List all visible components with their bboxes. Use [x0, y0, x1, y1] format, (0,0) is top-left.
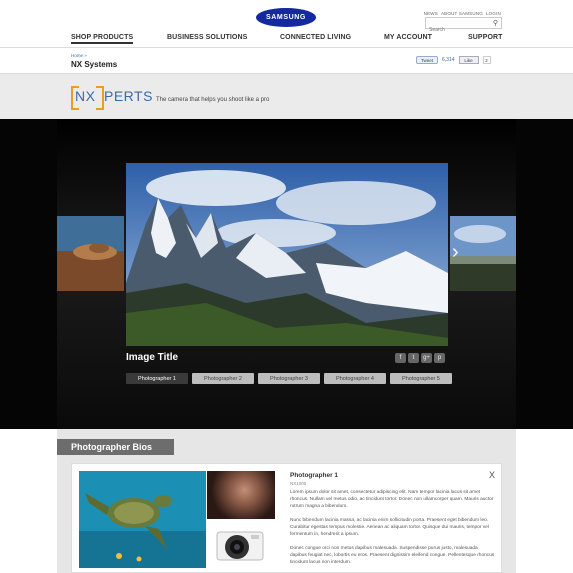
search-box: ⚲	[425, 17, 502, 35]
breadcrumb-bar: Home » NX Systems Tweet 6,314 Like 2	[0, 47, 573, 74]
social-buttons: Tweet 6,314 Like 2	[416, 56, 491, 64]
bio-subtitle: NX1000	[290, 481, 307, 486]
facebook-icon[interactable]: f	[395, 353, 406, 363]
breadcrumb: Home »	[71, 53, 87, 58]
like-button[interactable]: Like	[458, 56, 479, 64]
close-icon[interactable]: X	[489, 470, 495, 480]
nav-my-account[interactable]: MY ACCOUNT	[384, 34, 432, 41]
photographer-bios: Photographer Bios Photographer 1 NX1000 …	[57, 429, 516, 573]
logo-text: SAMSUNG	[266, 14, 306, 21]
bio-paragraph: Donec congue orci non metus dapibus male…	[290, 546, 495, 565]
page-title: NX Systems	[71, 60, 118, 69]
top-link-news[interactable]: NEWS	[424, 11, 438, 16]
tab-photographer-3[interactable]: Photographer 3	[258, 373, 320, 384]
bio-card: Photographer 1 NX1000 X Lorem ipsum dolo…	[71, 463, 502, 573]
tweet-button[interactable]: Tweet	[416, 56, 438, 64]
bios-heading: Photographer Bios	[57, 439, 174, 455]
bio-paragraph: Lorem ipsum dolor sit amet, consectetur …	[290, 490, 494, 509]
search-icon[interactable]: ⚲	[493, 19, 498, 27]
nav-shop-products[interactable]: SHOP PRODUCTS	[71, 34, 134, 44]
camera-photo[interactable]	[207, 520, 275, 568]
tab-photographer-2[interactable]: Photographer 2	[192, 373, 254, 384]
tab-photographer-5[interactable]: Photographer 5	[390, 373, 452, 384]
share-icons: f t g+ p	[395, 353, 445, 363]
brand-tagline: The camera that helps you shoot like a p…	[155, 97, 270, 103]
prev-photo-thumb[interactable]	[57, 216, 124, 291]
top-links: NEWS ABOUT SAMSUNG LOGIN	[424, 11, 501, 16]
nav-support[interactable]: SUPPORT	[468, 34, 503, 41]
main-photo[interactable]	[126, 163, 448, 346]
twitter-icon[interactable]: t	[408, 353, 419, 363]
nav-business-solutions[interactable]: BUSINESS SOLUTIONS	[167, 34, 247, 41]
nav-connected-living[interactable]: CONNECTED LIVING	[280, 34, 351, 41]
pinterest-icon[interactable]: p	[434, 353, 445, 363]
tab-photographer-4[interactable]: Photographer 4	[324, 373, 386, 384]
like-count: 2	[482, 56, 491, 64]
photo-gallery: › Image Title f t g+ p Photographer 1 Ph…	[0, 119, 573, 429]
site-header: SAMSUNG NEWS ABOUT SAMSUNG LOGIN ⚲ SHOP …	[0, 0, 573, 47]
main-nav: SHOP PRODUCTS BUSINESS SOLUTIONS CONNECT…	[0, 34, 573, 47]
image-title: Image Title	[126, 352, 179, 363]
nx-bracket-icon: NX	[71, 86, 104, 110]
tweet-count: 6,314	[442, 57, 455, 63]
next-arrow-icon[interactable]: ›	[452, 241, 459, 264]
turtle-photo[interactable]	[79, 471, 206, 568]
photographer-tabs: Photographer 1 Photographer 2 Photograph…	[126, 373, 452, 384]
tab-photographer-1[interactable]: Photographer 1	[126, 373, 188, 384]
google-plus-icon[interactable]: g+	[421, 353, 432, 363]
breadcrumb-home[interactable]: Home	[71, 53, 83, 58]
bio-name: Photographer 1	[290, 472, 339, 479]
nxperts-logo[interactable]: NX PERTS The camera that helps you shoot…	[71, 86, 270, 110]
nxperts-banner: NX PERTS The camera that helps you shoot…	[0, 74, 573, 119]
bio-paragraph: Nunc bibendum lacinia massa, ac lacinia …	[290, 518, 489, 537]
brand-nx: NX	[75, 88, 96, 104]
top-link-about[interactable]: ABOUT SAMSUNG	[441, 11, 483, 16]
photographer-portrait[interactable]	[207, 471, 275, 519]
top-link-login[interactable]: LOGIN	[486, 11, 501, 16]
next-photo-thumb[interactable]	[450, 216, 516, 291]
brand-perts: PERTS	[104, 88, 153, 104]
breadcrumb-separator: »	[84, 53, 87, 58]
samsung-logo[interactable]: SAMSUNG	[256, 8, 316, 27]
